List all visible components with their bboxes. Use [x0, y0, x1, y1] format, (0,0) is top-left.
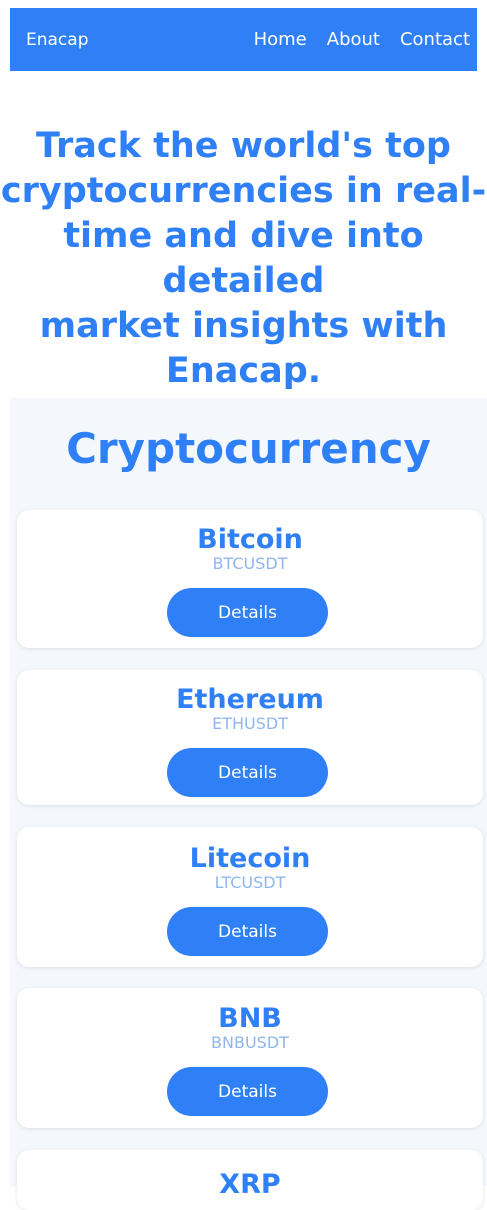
- hero-line: cryptocurrencies in real-: [0, 171, 487, 211]
- nav-link-about[interactable]: About: [327, 29, 380, 50]
- hero-line: Enacap.: [165, 351, 322, 391]
- crypto-name: Litecoin: [189, 843, 311, 874]
- cryptocurrency-section: Cryptocurrency Bitcoin BTCUSDT Details E…: [10, 398, 487, 1210]
- crypto-name: Ethereum: [176, 684, 324, 715]
- nav-link-contact[interactable]: Contact: [400, 29, 470, 50]
- hero-line: Track the world's top: [36, 126, 451, 166]
- crypto-card-xrp: XRP: [17, 1150, 483, 1210]
- crypto-card-bnb: BNB BNBUSDT Details: [17, 988, 483, 1128]
- details-button-litecoin[interactable]: Details: [167, 907, 328, 956]
- hero-line: time and dive into detailed: [63, 216, 424, 301]
- crypto-symbol: LTCUSDT: [214, 873, 286, 892]
- nav-link-home[interactable]: Home: [254, 29, 307, 50]
- section-title: Cryptocurrency: [66, 424, 431, 473]
- hero-heading: Track the world's top cryptocurrencies i…: [0, 124, 487, 394]
- crypto-symbol: ETHUSDT: [212, 714, 288, 733]
- navbar: Enacap Home About Contact: [10, 8, 477, 71]
- crypto-name: Bitcoin: [197, 524, 303, 555]
- details-button-bnb[interactable]: Details: [167, 1067, 328, 1116]
- details-button-bitcoin[interactable]: Details: [167, 588, 328, 637]
- crypto-card-ethereum: Ethereum ETHUSDT Details: [17, 670, 483, 805]
- crypto-name: BNB: [218, 1003, 282, 1034]
- crypto-card-litecoin: Litecoin LTCUSDT Details: [17, 827, 483, 967]
- brand-logo[interactable]: Enacap: [26, 30, 89, 50]
- crypto-card-bitcoin: Bitcoin BTCUSDT Details: [17, 510, 483, 648]
- crypto-name: XRP: [219, 1169, 281, 1200]
- nav-links: Home About Contact: [254, 29, 470, 50]
- hero-line: market insights with: [39, 306, 448, 346]
- details-button-ethereum[interactable]: Details: [167, 748, 328, 797]
- crypto-symbol: BTCUSDT: [212, 554, 288, 573]
- crypto-symbol: BNBUSDT: [211, 1033, 289, 1052]
